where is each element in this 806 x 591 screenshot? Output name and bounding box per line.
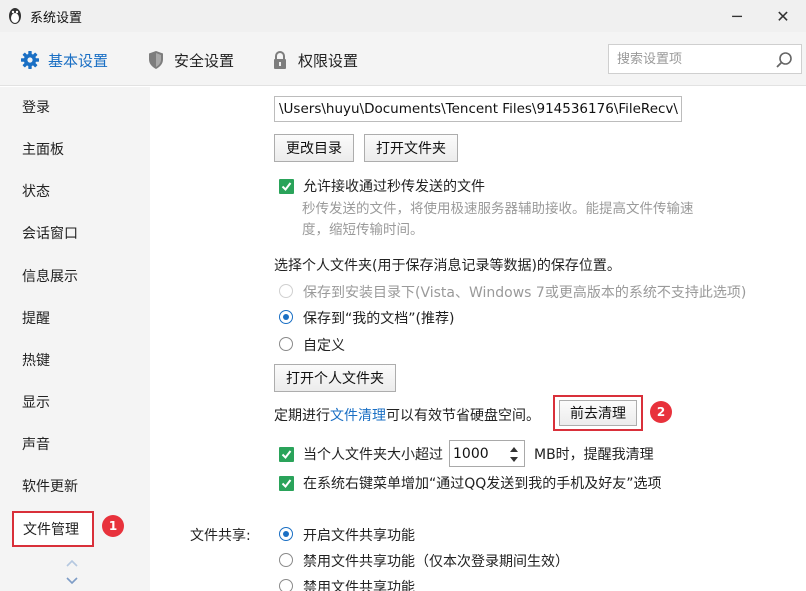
settings-sidebar: 登录 主面板 状态 会话窗口 信息展示 提醒 热键 显示 声音 软件更新 文件管… xyxy=(0,87,150,591)
sidebar-item-chat-window[interactable]: 会话窗口 xyxy=(22,224,78,244)
tab-label: 安全设置 xyxy=(174,51,235,70)
close-button[interactable]: ✕ xyxy=(760,0,806,32)
tab-label: 权限设置 xyxy=(298,51,359,70)
tab-basic-settings[interactable]: 基本设置 xyxy=(20,48,108,72)
title-bar: 系统设置 ─ ✕ xyxy=(0,0,806,32)
change-directory-button[interactable]: 更改目录 xyxy=(274,134,354,162)
size-limit-prefix: 当个人文件夹大小超过 xyxy=(303,447,443,463)
personal-folder-heading: 选择个人文件夹(用于保存消息记录等数据)的保存位置。 xyxy=(274,258,621,274)
sidebar-scroll-arrows[interactable] xyxy=(62,555,82,589)
custom-location-radio[interactable] xyxy=(279,337,293,351)
settings-tab-bar: 基本设置 安全设置 权限设置 xyxy=(0,32,806,86)
allow-receive-description-line-2: 度，缩短传输时间。 xyxy=(302,222,424,238)
settings-search-box[interactable] xyxy=(608,44,802,74)
qq-penguin-icon xyxy=(7,7,23,25)
custom-location-label: 自定义 xyxy=(303,338,345,354)
save-to-install-dir-label: 保存到安装目录下(Vista、Windows 7或更高版本的系统不支持此选项) xyxy=(303,285,747,301)
lock-icon xyxy=(270,50,290,70)
search-input[interactable] xyxy=(617,50,767,68)
allow-receive-description-line-1: 秒传发送的文件，将使用极速服务器辅助接收。能提高文件传输速 xyxy=(302,201,694,217)
gear-icon xyxy=(20,50,40,70)
step-badge-1: 1 xyxy=(102,515,124,537)
step-badge-2: 2 xyxy=(650,401,672,423)
cleanup-suffix: 可以有效节省硬盘空间。 xyxy=(386,408,540,424)
share-enable-label: 开启文件共享功能 xyxy=(303,528,415,544)
sidebar-item-software-update[interactable]: 软件更新 xyxy=(22,477,78,497)
window-title: 系统设置 xyxy=(30,11,83,26)
file-share-label: 文件共享: xyxy=(190,528,251,544)
sidebar-item-status[interactable]: 状态 xyxy=(22,182,50,202)
share-disable-session-label: 禁用文件共享功能（仅本次登录期间生效） xyxy=(303,554,569,570)
share-disable-label: 禁用文件共享功能 xyxy=(303,580,415,591)
allow-receive-checkbox[interactable] xyxy=(279,179,294,194)
share-disable-session-radio[interactable] xyxy=(279,553,293,567)
file-cleanup-link[interactable]: 文件清理 xyxy=(330,408,386,424)
save-to-install-dir-radio xyxy=(279,284,293,298)
share-disable-radio[interactable] xyxy=(279,579,293,591)
sidebar-item-info-display[interactable]: 信息展示 xyxy=(22,267,78,287)
sidebar-item-hotkeys[interactable]: 热键 xyxy=(22,351,50,371)
context-menu-label: 在系统右键菜单增加“通过QQ发送到我的手机及好友”选项 xyxy=(303,476,662,492)
shield-icon xyxy=(146,50,166,70)
tab-security-settings[interactable]: 安全设置 xyxy=(146,48,234,72)
cleanup-hint: 定期进行文件清理可以有效节省硬盘空间。 xyxy=(274,405,540,425)
sidebar-item-login[interactable]: 登录 xyxy=(22,98,50,118)
size-limit-input[interactable] xyxy=(453,444,501,463)
cleanup-prefix: 定期进行 xyxy=(274,408,330,424)
save-to-my-documents-radio[interactable] xyxy=(279,310,293,324)
sidebar-item-main-panel[interactable]: 主面板 xyxy=(22,140,64,160)
tab-permission-settings[interactable]: 权限设置 xyxy=(270,48,358,72)
search-icon[interactable] xyxy=(775,51,793,69)
size-limit-stepper[interactable] xyxy=(449,440,525,467)
receive-path-field[interactable]: \Users\huyu\Documents\Tencent Files\9145… xyxy=(274,96,682,122)
sidebar-item-reminders[interactable]: 提醒 xyxy=(22,309,50,329)
open-personal-folder-button[interactable]: 打开个人文件夹 xyxy=(274,364,396,392)
size-limit-checkbox[interactable] xyxy=(279,447,294,462)
minimize-button[interactable]: ─ xyxy=(714,0,760,32)
go-cleanup-button[interactable]: 前去清理 xyxy=(559,400,637,426)
sidebar-item-file-management[interactable]: 文件管理 xyxy=(12,511,94,547)
context-menu-checkbox[interactable] xyxy=(279,476,294,491)
stepper-down-icon[interactable] xyxy=(506,454,522,465)
share-enable-radio[interactable] xyxy=(279,527,293,541)
open-folder-button[interactable]: 打开文件夹 xyxy=(364,134,458,162)
allow-receive-label: 允许接收通过秒传发送的文件 xyxy=(303,179,485,195)
stepper-up-icon[interactable] xyxy=(506,443,522,454)
save-to-my-documents-label: 保存到“我的文档”(推荐) xyxy=(303,311,455,327)
tab-label: 基本设置 xyxy=(48,51,109,70)
file-management-panel: \Users\huyu\Documents\Tencent Files\9145… xyxy=(150,87,806,591)
sidebar-item-sound[interactable]: 声音 xyxy=(22,435,50,455)
sidebar-item-display[interactable]: 显示 xyxy=(22,393,50,413)
size-limit-suffix: MB时，提醒我清理 xyxy=(534,447,654,463)
